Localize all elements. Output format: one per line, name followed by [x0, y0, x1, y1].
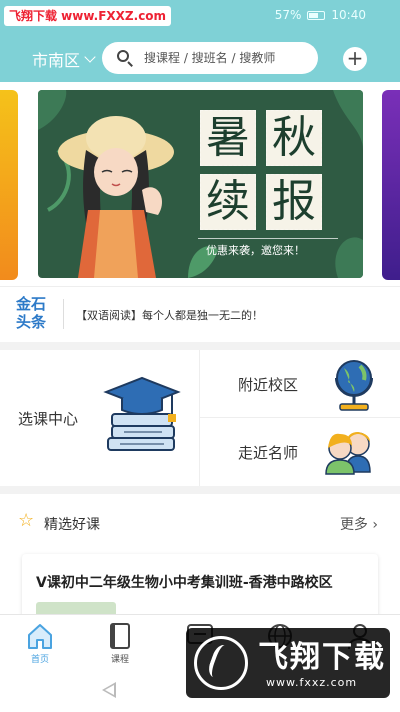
featured-courses-title: 精选好课 — [44, 517, 100, 533]
status-bar: 飞翔下载 www.FXXZ.com 57% 10:40 — [0, 0, 400, 32]
add-button[interactable]: + — [343, 47, 367, 71]
app-header: 飞翔下载 www.FXXZ.com 57% 10:40 市南区 + — [0, 0, 400, 82]
famous-teachers-label: 走近名师 — [238, 444, 299, 462]
plus-icon: + — [346, 46, 364, 70]
tab-courses[interactable]: 课程 — [90, 619, 150, 669]
nearby-campus-label: 附近校区 — [238, 376, 299, 394]
banner-char-3: 续 — [200, 174, 256, 230]
book-icon — [110, 623, 130, 649]
banner-tagline: 优惠来袭，邀您来！ — [206, 244, 305, 257]
banner-char-4: 报 — [266, 174, 322, 230]
banner-next-card[interactable] — [382, 90, 400, 280]
category-grid: 选课中心 附近校区 走近名师 — [0, 350, 400, 486]
graduation-cap-icon — [103, 376, 181, 451]
chevron-down-icon — [84, 51, 96, 63]
search-bar[interactable] — [102, 42, 318, 74]
watermark-text: 飞翔下载 — [258, 640, 386, 675]
watermark-top-left: 飞翔下载 www.FXXZ.com — [4, 6, 172, 26]
nearby-campus[interactable]: 附近校区 — [200, 350, 400, 418]
banner-char-1: 暑 — [200, 110, 256, 166]
home-icon — [28, 624, 52, 649]
tab-courses-label: 课程 — [110, 655, 129, 665]
back-icon[interactable] — [102, 682, 116, 698]
tab-home[interactable]: 首页 — [10, 619, 70, 669]
banner-carousel[interactable]: 暑 秋 续 报 优惠来袭，邀您来！ — [0, 82, 400, 286]
famous-teachers[interactable]: 走近名师 — [200, 418, 400, 486]
search-input[interactable] — [144, 51, 314, 65]
globe-icon — [335, 360, 373, 411]
city-label: 市南区 — [32, 51, 81, 70]
toolbar: 市南区 + — [0, 40, 400, 76]
watermark-logo-icon — [194, 636, 248, 690]
featured-courses: ☆ 精选好课 更多 › V课初中二年级生物小中考集训班-香港中路校区 — [0, 494, 400, 624]
city-selector[interactable]: 市南区 — [32, 47, 96, 71]
search-icon — [116, 49, 134, 67]
teachers-icon — [325, 432, 371, 475]
select-course-label: 选课中心 — [18, 410, 79, 428]
more-link[interactable]: 更多 › — [340, 514, 378, 534]
watermark-bottom-right: 飞翔下载 www.fxxz.com — [186, 628, 390, 698]
news-ticker[interactable]: 金石 头条 【双语阅读】每个人都是独一无二的！ — [0, 286, 400, 342]
watermark-url: www.fxxz.com — [266, 676, 358, 689]
banner-prev-card[interactable] — [0, 90, 18, 280]
tab-home-label: 首页 — [30, 655, 49, 665]
banner-main[interactable]: 暑 秋 续 报 优惠来袭，邀您来！ — [38, 90, 363, 278]
banner-divider — [198, 238, 338, 239]
banner-char-2: 秋 — [266, 110, 322, 166]
course-title: V课初中二年级生物小中考集训班-香港中路校区 — [36, 575, 333, 591]
clock: 10:40 — [331, 8, 366, 22]
battery-icon — [307, 10, 326, 20]
news-logo: 金石 头条 — [16, 295, 47, 331]
star-icon: ☆ — [18, 510, 35, 531]
news-headline[interactable]: 【双语阅读】每个人都是独一无二的！ — [76, 307, 263, 323]
news-divider — [63, 299, 64, 329]
status-right: 57% 10:40 — [275, 8, 366, 22]
battery-percent: 57% — [274, 8, 302, 22]
select-course-center[interactable]: 选课中心 — [0, 350, 200, 486]
